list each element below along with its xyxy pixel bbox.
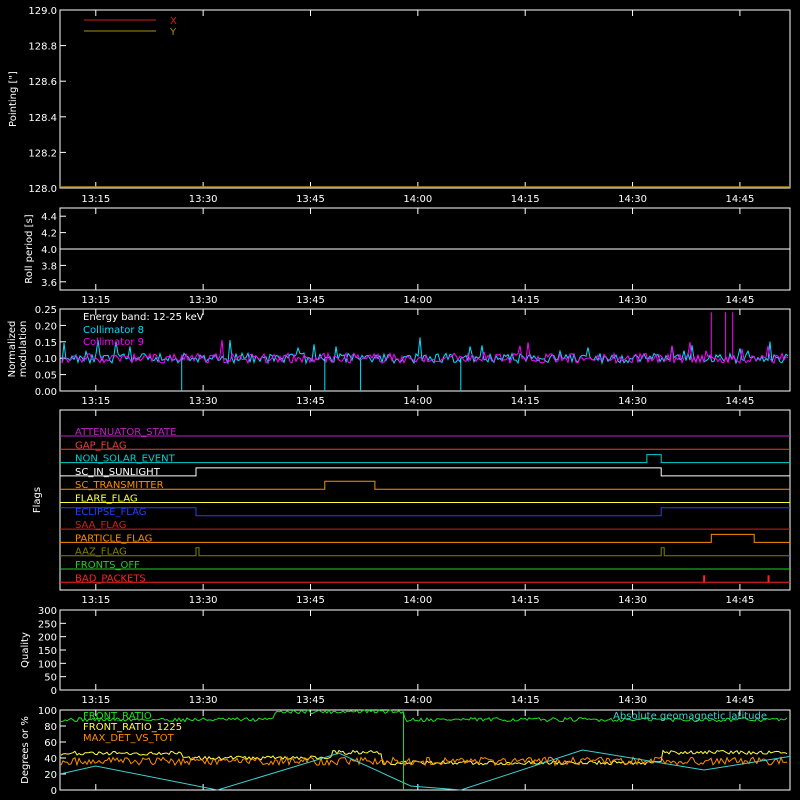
modulation-panel-ytick-label-0: 0.00 [35,387,57,398]
ratio-panel-ytick-label-1: 20 [44,770,57,781]
quality-panel-time-label-6: 14:45 [725,695,754,706]
flags-panel-time-label-1: 13:30 [189,595,218,606]
flags-panel-time-label-0: 13:15 [81,595,110,606]
quality-panel-ytick-label-4: 200 [38,633,57,644]
roll-period-panel-time-label-6: 14:45 [725,295,754,306]
pointing-legend-label-0: X [170,16,177,27]
ratio-legend-label-2: MAX_DET_VS_TOT [83,733,175,744]
modulation-panel-time-label-3: 14:00 [403,396,432,407]
pointing-panel-time-label-3: 14:00 [403,194,432,205]
pointing-panel-ytick-label-2: 128.4 [28,113,57,124]
roll-period-panel: 3.6 3.8 4.0 4.2 4.4 13:15 13:30 13:45 14:00 14:15… [24,207,791,306]
flag-line-3 [60,467,790,477]
quality-panel: 0 50 100 150 200 250 300 13:15 13:30 13:45 14:00 14… [20,606,791,706]
quality-panel-time-label-1: 13:30 [189,695,218,706]
pointing-panel-time-label-2: 13:45 [296,194,325,205]
pointing-panel-ytick-label-3: 128.6 [28,77,57,88]
modulation-panel-time-label-2: 13:45 [296,396,325,407]
modulation-panel-time-label-1: 13:30 [189,396,218,407]
modulation-series-0 [61,337,789,391]
roll-period-panel-ytick-label-3: 4.2 [41,229,57,240]
modulation-panel: 0.00 0.05 0.10 0.15 0.20 0.25 13:15 13:30 13:45 1… [7,305,791,407]
pointing-panel-time-label-1: 13:30 [189,194,218,205]
flag-line-4 [60,480,790,490]
ratio-panel-ytick-label-5: 100 [38,706,57,717]
flags-panel-time-label-3: 14:00 [403,595,432,606]
ratio-panel-ytick-label-3: 60 [44,738,57,749]
roll-period-panel-time-label-5: 14:30 [618,295,647,306]
flag-line-8 [60,533,790,543]
ratio-legend-label-0: FRONT_RATIO [83,711,152,722]
flags-panel-time-label-5: 14:30 [618,595,647,606]
flags-panel-time-label-4: 14:15 [511,595,540,606]
quality-panel-ytick-label-5: 250 [38,619,57,630]
modulation-panel-time-label-5: 14:30 [618,396,647,407]
roll-period-panel-time-label-4: 14:15 [511,295,540,306]
modulation-legend-label-1: Collimator 9 [83,337,144,348]
pointing-panel-time-label-0: 13:15 [81,194,110,205]
ratio-legend-label-3: Absolute geomagnetic latitude [613,711,767,722]
roll-period-panel-time-label-1: 13:30 [189,295,218,306]
flags-panel-time-label-6: 14:45 [725,595,754,606]
roll-period-panel-ytick-label-4: 4.4 [41,212,57,223]
pointing-panel-ytick-label-1: 128.2 [28,148,57,159]
roll-period-panel-time-label-2: 13:45 [296,295,325,306]
quality-panel-ytick-label-2: 100 [38,659,57,670]
flare-quicklook-figure: 128.0 128.2 128.4 128.6 128.8 129.0 13:15 13:30… [7,6,791,797]
quality-panel-time-label-2: 13:45 [296,695,325,706]
flags-panel-ylabel: Flags [32,487,43,513]
flags-panel: 13:15 13:30 13:45 14:00 14:15 14:30 14:45 Flags… [32,409,791,606]
roll-period-panel-ylabel: Roll period [s] [24,214,35,283]
ratio-panel-ytick-label-0: 0 [51,786,57,797]
roll-period-panel-time-label-3: 14:00 [403,295,432,306]
modulation-panel-time-label-0: 13:15 [81,396,110,407]
pointing-panel-time-label-5: 14:30 [618,194,647,205]
pointing-legend-label-1: Y [169,27,177,38]
modulation-panel-time-label-4: 14:15 [511,396,540,407]
pointing-panel-ytick-label-0: 128.0 [28,184,57,195]
pointing-panel-ytick-label-5: 129.0 [28,6,57,17]
roll-period-panel-ytick-label-2: 4.0 [41,245,57,256]
quality-panel-ytick-label-6: 300 [38,606,57,617]
flags-panel-time-label-2: 13:45 [296,595,325,606]
quality-panel-time-label-4: 14:15 [511,695,540,706]
ratio-series-3 [59,749,791,791]
ratio-panel-ytick-label-2: 40 [44,754,57,765]
ratio-legend-label-1: FRONT_RATIO_1225 [83,722,182,733]
ratio-panel: 0 20 40 60 80 100 Degrees or % FRONT_RATIOFRONT… [20,706,791,797]
quality-panel-time-label-3: 14:00 [403,695,432,706]
ratio-panel-ylabel: Degrees or % [20,716,31,784]
pointing-panel-ytick-label-4: 128.8 [28,42,57,53]
flag-line-9 [60,547,790,557]
pointing-panel-time-label-6: 14:45 [725,194,754,205]
roll-period-panel-ytick-label-0: 3.6 [41,278,57,289]
modulation-panel-time-label-6: 14:45 [725,396,754,407]
quality-panel-ylabel: Quality [20,632,31,668]
quality-panel-ytick-label-1: 50 [44,673,57,684]
roll-period-panel-time-label-0: 13:15 [81,295,110,306]
modulation-panel-ylabel-line2: modulation [18,321,29,378]
flag-label-6: ECLIPSE_FLAG [75,507,146,518]
roll-period-panel-ytick-label-1: 3.8 [41,261,57,272]
quality-panel-frame [59,609,791,691]
quality-panel-ytick-label-0: 0 [51,686,57,697]
quality-panel-time-label-0: 13:15 [81,695,110,706]
pointing-panel-ylabel: Pointing ["] [8,71,19,127]
ratio-series-2 [60,755,788,767]
modulation-panel-ytick-label-2: 0.10 [35,354,57,365]
flag-line-6 [60,507,790,517]
modulation-panel-ytick-label-3: 0.15 [35,338,57,349]
quality-panel-time-label-5: 14:30 [618,695,647,706]
modulation-panel-ytick-label-4: 0.20 [35,321,57,332]
ratio-panel-ytick-label-4: 80 [44,722,57,733]
pointing-panel-time-label-4: 14:15 [511,194,540,205]
modulation-panel-ylabel-line1: Normalized [7,321,18,378]
pointing-panel: 128.0 128.2 128.4 128.6 128.8 129.0 13:15 13:30… [8,6,791,205]
quality-panel-ytick-label-3: 150 [38,646,57,657]
modulation-legend-label-0: Collimator 8 [83,325,144,336]
modulation-panel-ytick-label-1: 0.05 [35,371,57,382]
modulation-panel-ytick-label-5: 0.25 [35,305,57,316]
modulation-annotation: Energy band: 12-25 keV [83,312,204,323]
